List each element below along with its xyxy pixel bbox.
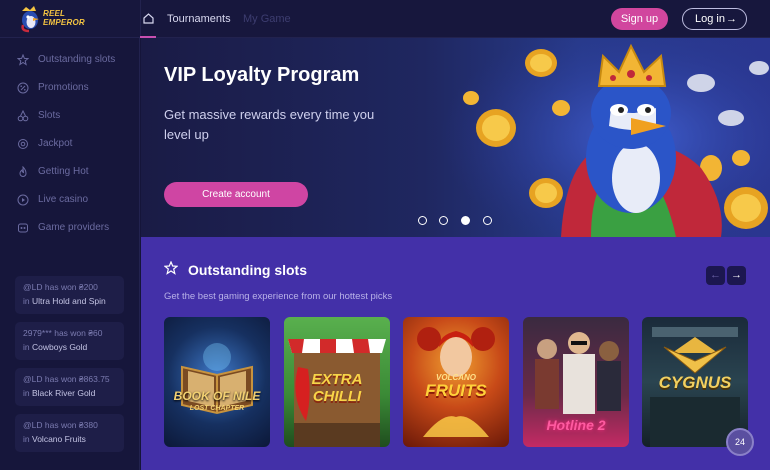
sidebar: Outstanding slots Promotions Slots Jackp… — [0, 38, 140, 470]
sidebar-item-label: Game providers — [38, 222, 110, 233]
recent-win-card: @LD has won ₴380 in Volcano Fruits — [15, 414, 124, 452]
tab-my-game[interactable]: My Game — [243, 13, 291, 25]
win-amount: @LD has won ₴200 — [23, 282, 98, 292]
game-logo: CYGNUS — [658, 373, 732, 392]
play-icon — [17, 194, 29, 206]
sidebar-item-label: Live casino — [38, 194, 89, 205]
star-icon — [164, 261, 178, 275]
top-header: REEL EMPEROR Tournaments My Game Sign up… — [0, 0, 770, 38]
banner-title: VIP Loyalty Program — [164, 64, 360, 86]
sidebar-item-promotions[interactable]: Promotions — [0, 77, 140, 101]
game-tile-cygnus[interactable]: CYGNUS — [642, 317, 748, 447]
tab-tournaments[interactable]: Tournaments — [167, 13, 231, 25]
section-title: Outstanding slots — [188, 262, 307, 278]
penguin-logo-icon — [21, 6, 39, 33]
recent-win-card: @LD has won ₴200 in Ultra Hold and Spin — [15, 276, 124, 314]
sidebar-item-label: Promotions — [38, 82, 89, 93]
percent-icon — [17, 82, 29, 94]
game-tile-book-of-nile[interactable]: BOOK OF NILE LOST CHAPTER — [164, 317, 270, 447]
recent-win-card: @LD has won ₴863.75 in Black River Gold — [15, 368, 124, 406]
book-artwork — [181, 343, 253, 415]
section-subtitle: Get the best gaming experience from our … — [164, 291, 393, 302]
sidebar-item-label: Getting Hot — [38, 166, 89, 177]
brand-logo[interactable]: REEL EMPEROR — [18, 5, 85, 33]
emperor-penguin-illustration — [441, 38, 770, 237]
providers-icon — [18, 223, 28, 233]
create-account-button[interactable]: Create account — [164, 182, 308, 207]
game-tile-extra-chilli[interactable]: EXTRA CHILLI — [284, 317, 390, 447]
carousel-dot-2[interactable] — [439, 216, 448, 225]
sidebar-item-label: Jackpot — [38, 138, 73, 149]
signup-button[interactable]: Sign up — [611, 8, 668, 30]
jackpot-icon — [18, 139, 28, 149]
game-logo: EXTRA — [311, 371, 363, 388]
recent-win-card: 2979*** has won ₴60 in Cowboys Gold — [15, 322, 124, 360]
cherries-icon — [17, 110, 29, 122]
game-logo-line2: CHILLI — [312, 388, 362, 405]
sidebar-item-live-casino[interactable]: Live casino — [0, 189, 140, 213]
arrow-right-icon: → — [726, 13, 737, 25]
game-logo-line2: FRUITS — [425, 381, 487, 400]
carousel-dot-4[interactable] — [483, 216, 492, 225]
carousel-dot-3[interactable] — [461, 216, 470, 225]
win-game: in Volcano Fruits — [23, 434, 86, 444]
star-icon — [17, 54, 29, 66]
sidebar-item-getting-hot[interactable]: Getting Hot — [0, 161, 140, 185]
tab-home[interactable] — [140, 0, 156, 38]
game-logo: Hotline 2 — [546, 417, 606, 433]
sidebar-item-jackpot[interactable]: Jackpot — [0, 133, 140, 157]
win-game: in Black River Gold — [23, 388, 96, 398]
outstanding-slots-section: Outstanding slots Get the best gaming ex… — [141, 237, 770, 470]
support-chat-button[interactable]: 24 — [726, 428, 754, 456]
win-amount: @LD has won ₴380 — [23, 420, 98, 430]
carousel-dot-1[interactable] — [418, 216, 427, 225]
carousel-next-button[interactable]: → — [727, 266, 746, 285]
sidebar-item-label: Slots — [38, 110, 61, 121]
game-tile-volcano-fruits[interactable]: VOLCANO FRUITS — [403, 317, 509, 447]
game-logo-subtitle: LOST CHAPTER — [189, 405, 245, 412]
win-game: in Ultra Hold and Spin — [23, 296, 106, 306]
sidebar-item-game-providers[interactable]: Game providers — [0, 217, 140, 241]
flame-icon — [19, 166, 27, 177]
sidebar-item-slots[interactable]: Slots — [0, 105, 140, 129]
promo-banner[interactable]: VIP Loyalty Program Get massive rewards … — [141, 38, 770, 237]
banner-subtitle: Get massive rewards every time you level… — [164, 107, 375, 142]
sidebar-item-outstanding-slots[interactable]: Outstanding slots — [0, 49, 140, 73]
sidebar-item-label: Outstanding slots — [38, 54, 116, 65]
win-game: in Cowboys Gold — [23, 342, 88, 352]
brand-wordmark: REEL EMPEROR — [43, 9, 85, 27]
carousel-prev-button[interactable]: ← — [706, 266, 725, 285]
home-icon — [143, 13, 154, 24]
login-button[interactable]: Log in → — [682, 8, 747, 30]
login-label: Log in — [695, 13, 725, 25]
win-amount: @LD has won ₴863.75 — [23, 374, 110, 384]
game-logo: BOOK OF NILE — [173, 389, 261, 403]
game-tile-hotline-2[interactable]: Hotline 2 — [523, 317, 629, 447]
win-amount: 2979*** has won ₴60 — [23, 328, 103, 338]
